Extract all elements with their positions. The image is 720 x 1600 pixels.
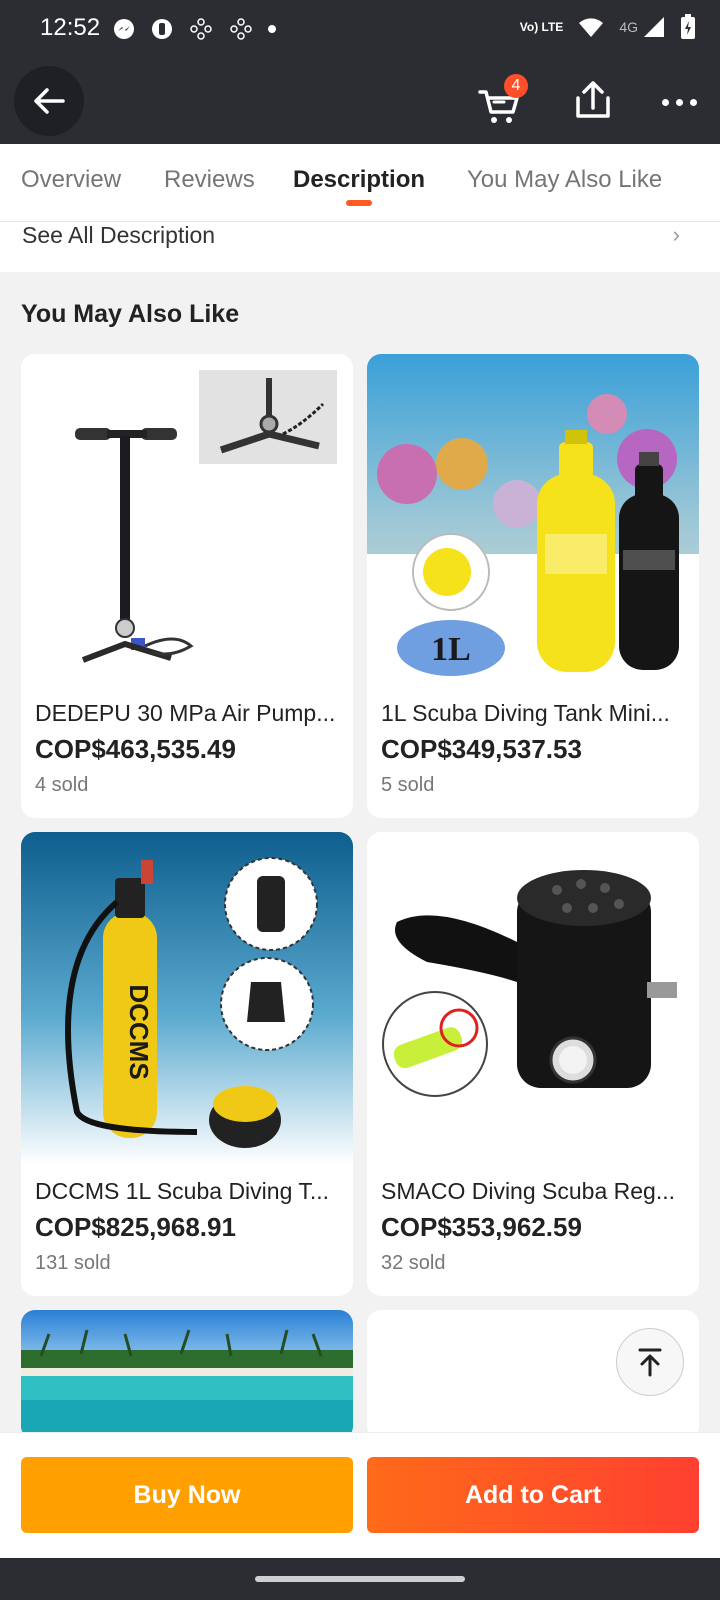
product-card[interactable]: SMACO Diving Scuba Reg... COP$353,962.59… [367,832,699,1296]
product-image [21,1310,353,1440]
product-card[interactable]: DEDEPU 30 MPa Air Pump... COP$463,535.49… [21,354,353,818]
more-notifications-icon [268,25,276,33]
product-image-text: 1L [431,631,471,668]
arrow-left-icon [34,88,65,114]
game-icon [230,18,252,40]
section-title: You May Also Like [21,300,240,328]
see-all-description-row[interactable]: See All Description › [0,222,720,272]
product-card[interactable] [21,1310,353,1440]
product-title: DCCMS 1L Scuba Diving T... [35,1178,330,1204]
back-to-top-button[interactable] [616,1328,684,1396]
wifi-icon [579,18,604,37]
product-sold-count: 4 sold [35,774,89,796]
share-button[interactable] [570,78,620,128]
dot [661,98,669,106]
signal-icon [644,17,664,37]
volte-label: Vo) LTE [519,20,564,34]
cart-button[interactable]: 4 [476,74,532,130]
arrow-up-icon [638,1348,662,1377]
product-title: 1L Scuba Diving Tank Mini... [381,700,670,726]
tab-overview[interactable]: Overview [21,166,121,194]
product-image-text: DCCMS [124,984,154,1079]
status-time: 12:52 [40,14,101,41]
product-sold-count: 131 sold [35,1252,111,1274]
product-image [21,354,353,686]
product-sold-count: 32 sold [381,1252,446,1274]
add-to-cart-button[interactable]: Add to Cart [367,1457,699,1533]
status-bar: 12:52 Vo) LTE 4G [0,0,720,60]
more-options-button[interactable] [654,82,704,122]
back-button[interactable] [14,66,84,136]
battery-icon [681,14,695,39]
product-card[interactable]: DCCMS DCCMS 1L Scuba Diving T... COP$825… [21,832,353,1296]
tab-you-may-also-like[interactable]: You May Also Like [467,166,662,194]
dot [675,98,683,106]
see-all-description-label: See All Description [22,222,216,248]
buy-now-button[interactable]: Buy Now [21,1457,353,1533]
product-image: DCCMS [21,832,353,1164]
messenger-icon [114,19,134,39]
product-card[interactable]: 1L 1L Scuba Diving Tank Mini... COP$349,… [367,354,699,818]
app-icon [152,19,172,39]
tab-description[interactable]: Description [293,166,425,194]
home-gesture-handle[interactable] [255,1576,465,1582]
product-price: COP$463,535.49 [35,734,236,764]
bottom-action-bar: Buy Now Add to Cart [0,1432,720,1558]
system-nav-bar [0,1558,720,1600]
chevron-right-icon: › [672,222,680,247]
share-icon [576,81,610,118]
product-image [367,832,699,1164]
dot [689,98,697,106]
product-price: COP$353,962.59 [381,1212,582,1242]
active-tab-indicator [346,200,372,206]
game-icon [190,18,212,40]
product-price: COP$825,968.91 [35,1212,236,1242]
product-price: COP$349,537.53 [381,734,582,764]
tab-reviews[interactable]: Reviews [164,166,255,194]
notification-icons [112,16,276,42]
network-label: 4G [619,19,638,35]
system-icons: Vo) LTE 4G [520,14,696,40]
product-title: SMACO Diving Scuba Reg... [381,1178,676,1204]
cart-count-badge: 4 [504,74,528,98]
top-bar: 4 [0,60,720,144]
section-tabs: Overview Reviews Description You May Als… [0,144,720,222]
product-sold-count: 5 sold [381,774,435,796]
product-image: 1L [367,354,699,686]
product-title: DEDEPU 30 MPa Air Pump... [35,700,336,726]
